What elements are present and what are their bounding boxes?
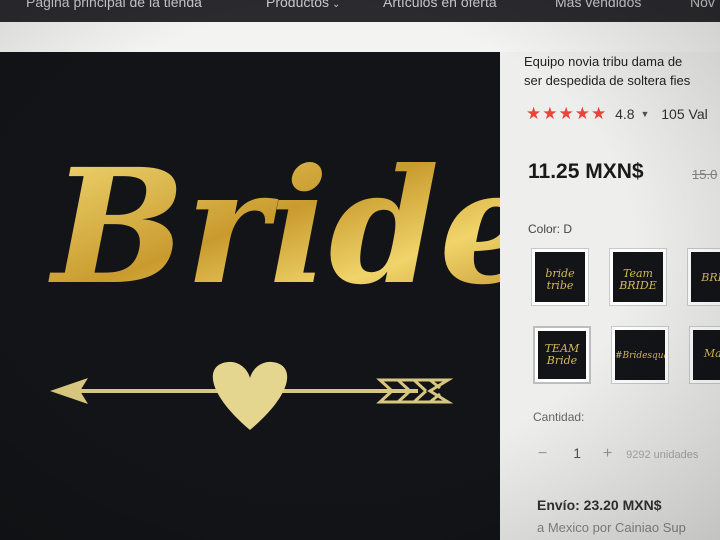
nav-products-label: Productos [266, 0, 330, 10]
nav-link-products[interactable]: Productos ⌄ [266, 0, 340, 10]
swatch-thumbnail: bride tribe [535, 252, 585, 302]
swatch-text: BRID [701, 271, 720, 284]
header-strip [0, 22, 720, 52]
review-count[interactable]: 105 Val [661, 106, 707, 122]
swatch-text: TEAM Bride [544, 342, 580, 367]
star-rating-icon: ★★★★★ [526, 104, 608, 123]
nav-link-new[interactable]: Nov [690, 0, 715, 10]
swatch-thumbnail: TEAM Bride [538, 331, 586, 379]
color-label: Color: D [528, 222, 573, 236]
product-title-line: Equipo novia tribu dama de [524, 54, 683, 69]
available-stock: 9292 unidades [626, 449, 699, 461]
rating-row[interactable]: ★★★★★ 4.8 ▼ 105 Val [526, 104, 708, 123]
shipping-cost: Envío: 23.20 MXN$ [537, 497, 662, 513]
chevron-down-icon: ▼ [640, 109, 650, 119]
swatch-text: Ma... [703, 347, 720, 360]
nav-link-offers[interactable]: Artículos en oferta [383, 0, 497, 10]
nav-link-best-sellers[interactable]: Más vendidos [555, 0, 641, 10]
color-swatch[interactable]: Team BRIDE [609, 248, 667, 306]
product-main-image[interactable]: Bride [0, 52, 500, 540]
product-title-line: ser despedida de soltera fies [524, 73, 691, 88]
heart-icon [212, 361, 288, 430]
bride-script-text: Bride [48, 135, 500, 320]
color-swatch[interactable]: #Bridesquad [611, 326, 669, 384]
top-navigation-bar: Página principal de la tienda Productos ⌄… [0, 0, 720, 22]
bride-decal-artwork: Bride [48, 135, 500, 430]
color-swatch[interactable]: BRID [687, 248, 720, 306]
original-price: 15.0 [692, 167, 718, 182]
color-swatch[interactable]: Ma... [689, 326, 720, 384]
swatch-thumbnail: #Bridesquad [615, 330, 665, 380]
swatch-text: #Bridesquad [615, 351, 665, 361]
current-price: 11.25 MXN$ [528, 160, 644, 183]
swatch-thumbnail: Ma... [693, 330, 720, 380]
quantity-input[interactable]: 1 [573, 445, 581, 461]
chevron-down-icon: ⌄ [332, 0, 341, 10]
product-title: Equipo novia tribu dama de ser despedida… [524, 52, 720, 90]
swatch-text: Team BRIDE [619, 267, 657, 292]
color-swatch[interactable]: bride tribe [531, 248, 589, 306]
quantity-label: Cantidad: [533, 410, 585, 424]
swatch-thumbnail: BRID [691, 252, 720, 302]
swatch-text: bride tribe [545, 267, 575, 292]
nav-link-home[interactable]: Página principal de la tienda [26, 0, 202, 10]
swatch-thumbnail: Team BRIDE [613, 252, 663, 302]
shipping-destination[interactable]: a Mexico por Cainiao Sup [537, 520, 686, 535]
color-swatch-selected[interactable]: TEAM Bride [533, 326, 591, 384]
quantity-increase-button[interactable]: + [603, 445, 612, 462]
quantity-decrease-button[interactable]: − [538, 445, 547, 462]
quantity-stepper: − 1 + 9292 unidades [538, 445, 698, 463]
rating-score: 4.8 [615, 106, 635, 122]
